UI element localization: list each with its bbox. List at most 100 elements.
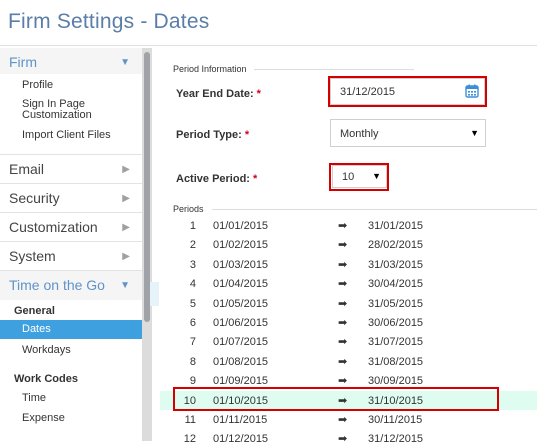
period-number: 3	[189, 258, 196, 271]
sidebar-section-security[interactable]: Security ▶	[0, 183, 142, 213]
period-start-date: 01/11/2015	[213, 414, 268, 426]
required-marker: *	[252, 173, 258, 185]
period-end-date: 30/06/2015	[368, 317, 424, 329]
active-period-label: Active Period: *	[176, 173, 257, 185]
period-start-date: 01/08/2015	[213, 355, 269, 368]
sidebar-section-firm[interactable]: Firm ▼	[0, 48, 142, 74]
period-end-date: 31/05/2015	[368, 297, 424, 310]
period-end-date: 30/04/2015	[368, 278, 424, 291]
period-start-date: 01/06/2015	[213, 317, 269, 329]
period-end-date: 31/08/2015	[368, 355, 424, 368]
sidebar-section-label: Customization	[9, 219, 98, 235]
field-label-text: Year End Date:	[176, 88, 254, 100]
main-content: Period Information Year End Date: * 31/12…	[160, 48, 537, 445]
period-number: 12	[183, 433, 196, 446]
caret-down-icon: ▼	[470, 128, 479, 138]
period-number: 8	[189, 355, 196, 368]
period-number: 9	[189, 375, 196, 388]
arrow-right-icon: ➡	[338, 278, 348, 291]
periods-legend: Periods	[173, 204, 204, 214]
arrow-right-icon: ➡	[338, 297, 348, 310]
sidebar-item-label: Dates	[22, 323, 51, 335]
sidebar-section-label: Security	[9, 190, 60, 206]
arrow-right-icon: ➡	[338, 433, 348, 446]
period-start-date: 01/02/2015	[213, 239, 269, 252]
period-number: 6	[189, 317, 196, 329]
period-start-date: 01/07/2015	[213, 336, 269, 349]
chevron-down-icon: ▼	[120, 57, 130, 68]
sidebar-item-profile[interactable]: Profile	[22, 80, 53, 91]
period-number: 2	[189, 239, 196, 252]
required-marker: *	[256, 88, 261, 100]
period-row[interactable]: 3 01/03/2015 ➡ 31/03/2015	[160, 255, 537, 274]
period-row[interactable]: 5 01/05/2015 ➡ 31/05/2015	[160, 294, 537, 313]
sidebar-section-customization[interactable]: Customization ▶	[0, 212, 142, 242]
sidebar-section-label: Time on the Go	[9, 277, 105, 293]
period-row[interactable]: 11 01/11/2015 ➡ 30/11/2015	[160, 410, 537, 429]
arrow-right-icon: ➡	[338, 220, 348, 232]
arrow-right-icon: ➡	[338, 258, 348, 271]
period-number: 4	[189, 278, 196, 291]
period-start-date: 01/05/2015	[213, 297, 269, 310]
sidebar-item-workdays[interactable]: Workdays	[22, 345, 71, 356]
period-row[interactable]: 12 01/12/2015 ➡ 31/12/2015	[160, 429, 537, 448]
sidebar-section-label: System	[9, 248, 56, 264]
period-end-date: 30/11/2015	[368, 414, 423, 426]
sidebar-item-sign-in-page-customization[interactable]: Sign In Page Customization	[22, 99, 122, 121]
period-number: 11	[184, 414, 196, 426]
period-end-date: 31/12/2015	[368, 433, 424, 446]
period-type-select[interactable]: Monthly ▼	[330, 119, 486, 147]
sidebar-section-time-on-the-go[interactable]: Time on the Go ▼	[0, 270, 142, 300]
period-row[interactable]: 1 01/01/2015 ➡ 31/01/2015	[160, 216, 537, 235]
arrow-right-icon: ➡	[338, 239, 348, 252]
period-row[interactable]: 2 01/02/2015 ➡ 28/02/2015	[160, 235, 537, 254]
period-row[interactable]: 6 01/06/2015 ➡ 30/06/2015	[160, 313, 537, 332]
arrow-right-icon: ➡	[338, 355, 348, 368]
period-end-date: 31/03/2015	[368, 258, 424, 271]
arrow-right-icon: ➡	[338, 414, 348, 426]
period-row[interactable]: 8 01/08/2015 ➡ 31/08/2015	[160, 352, 537, 371]
legend-divider	[254, 69, 414, 70]
sidebar-group-heading-general: General	[14, 305, 55, 317]
period-number: 1	[189, 220, 196, 232]
period-start-date: 01/01/2015	[213, 220, 269, 232]
header-divider	[0, 45, 537, 46]
arrow-right-icon: ➡	[338, 317, 348, 329]
chevron-right-icon: ▶	[122, 193, 130, 204]
period-information-legend: Period Information	[173, 64, 247, 74]
period-number: 5	[189, 297, 196, 310]
sidebar-item-import-client-files[interactable]: Import Client Files	[22, 130, 111, 141]
sidebar-item-time[interactable]: Time	[22, 393, 46, 404]
period-row[interactable]: 4 01/04/2015 ➡ 30/04/2015	[160, 274, 537, 293]
chevron-right-icon: ▶	[122, 164, 130, 175]
period-start-date: 01/04/2015	[213, 278, 269, 291]
active-period-highlight	[329, 163, 389, 191]
arrow-right-icon: ➡	[338, 336, 348, 349]
arrow-right-icon: ➡	[338, 375, 348, 388]
sidebar: Firm ▼ Profile Sign In Page Customizatio…	[0, 48, 143, 441]
period-end-date: 31/01/2015	[368, 220, 424, 232]
period-number: 7	[189, 336, 196, 349]
sidebar-group-heading-work-codes: Work Codes	[14, 373, 78, 385]
period-end-date: 30/09/2015	[368, 375, 424, 388]
sidebar-section-system[interactable]: System ▶	[0, 241, 142, 271]
page-header: Firm Settings - Dates	[0, 0, 537, 48]
chevron-right-icon: ▶	[122, 222, 130, 233]
required-marker: *	[244, 129, 250, 141]
sidebar-item-dates[interactable]: Dates	[0, 320, 142, 339]
sidebar-section-label: Email	[9, 161, 45, 177]
period-type-value: Monthly	[340, 128, 379, 140]
selected-period-highlight	[173, 387, 499, 411]
period-start-date: 01/09/2015	[213, 375, 269, 388]
period-start-date: 01/03/2015	[213, 258, 269, 271]
sidebar-item-expense[interactable]: Expense	[22, 413, 65, 424]
page-title: Firm Settings - Dates	[8, 10, 210, 33]
chevron-right-icon: ▶	[122, 251, 130, 262]
sidebar-section-email[interactable]: Email ▶	[0, 154, 142, 184]
period-type-label: Period Type: *	[176, 129, 249, 141]
period-start-date: 01/12/2015	[213, 433, 269, 446]
field-label-text: Period Type:	[176, 129, 242, 141]
year-end-date-label: Year End Date: *	[176, 88, 261, 100]
sidebar-section-label: Firm	[9, 54, 37, 70]
period-row[interactable]: 7 01/07/2015 ➡ 31/07/2015	[160, 332, 537, 351]
